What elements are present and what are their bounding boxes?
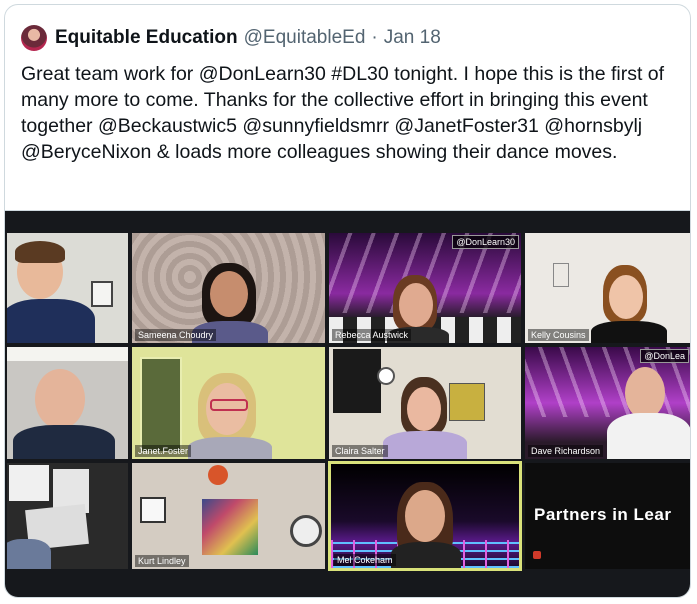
video-tile: @DonLea Dave Richardson bbox=[525, 347, 690, 459]
author-handle[interactable]: @EquitableEd bbox=[244, 27, 366, 49]
video-tile bbox=[7, 463, 128, 569]
participant-name-label: Mel Cokeham bbox=[334, 554, 396, 566]
video-tile: Sameena Choudry bbox=[132, 233, 325, 343]
video-tile bbox=[7, 347, 128, 459]
handle-tag: @DonLearn30 bbox=[452, 235, 519, 249]
participant-name-label: Sameena Choudry bbox=[135, 329, 217, 341]
video-tile bbox=[7, 233, 128, 343]
participant-name-label: Kurt Lindley bbox=[135, 555, 189, 567]
video-tile: @DonLearn30 Rebecca Austwick bbox=[329, 233, 521, 343]
author-name[interactable]: Equitable Education bbox=[55, 27, 238, 49]
video-tile: Kurt Lindley bbox=[132, 463, 325, 569]
video-tile: Claira Salter bbox=[329, 347, 521, 459]
participant-name-label: Kelly Cousins bbox=[528, 329, 589, 341]
separator-dot: · bbox=[371, 27, 378, 48]
handle-tag: @DonLea bbox=[640, 349, 689, 363]
participant-name-label: Rebecca Austwick bbox=[332, 329, 412, 341]
tweet-text: Great team work for @DonLearn30 #DL30 to… bbox=[21, 63, 665, 163]
tweet-date[interactable]: Jan 18 bbox=[384, 27, 441, 49]
participant-name-label: Dave Richardson bbox=[528, 445, 604, 457]
video-tile: Kelly Cousins bbox=[525, 233, 690, 343]
participant-name-label: Claira Salter bbox=[332, 445, 388, 457]
author-avatar[interactable] bbox=[21, 25, 47, 51]
video-tile: Janet.Foster bbox=[132, 347, 325, 459]
tweet-header: Equitable Education @EquitableEd · Jan 1… bbox=[21, 23, 441, 53]
tweet-media-image[interactable]: Sameena Choudry @DonLearn30 Rebecca Aust… bbox=[5, 210, 690, 597]
video-tile active-speaker: Mel Cokeham bbox=[328, 461, 522, 571]
participant-name-label: Janet.Foster bbox=[135, 445, 192, 457]
video-tile: Partners in Lear bbox=[525, 463, 690, 569]
partners-banner-text: Partners in Lear bbox=[534, 505, 672, 524]
tweet-card[interactable]: Equitable Education @EquitableEd · Jan 1… bbox=[4, 4, 691, 598]
